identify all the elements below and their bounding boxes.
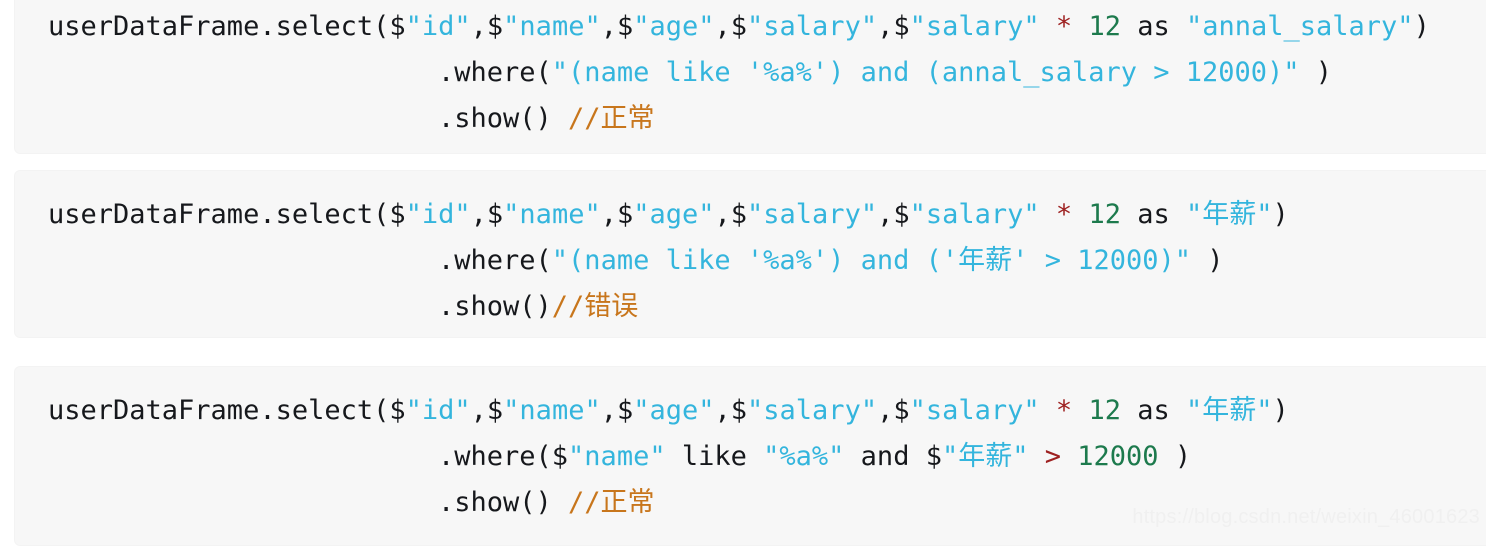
code-token-string: "salary" <box>909 395 1040 426</box>
code-token-string: "salary" <box>747 199 878 230</box>
code-token-string: "(name like '%a%') and ('年薪' > 12000)" <box>551 245 1191 276</box>
code-line: .where("(name like '%a%') and ('年薪' > 12… <box>14 238 1486 284</box>
code-token-string: "salary" <box>909 11 1040 42</box>
code-token-operator: * <box>1055 199 1073 230</box>
code-token-number: 12 <box>1088 395 1121 426</box>
code-token-plain: ,$ <box>470 199 504 230</box>
code-token-string: "(name like '%a%') and (annal_salary > 1… <box>551 57 1300 88</box>
code-token-plain: like <box>665 441 764 472</box>
code-line: userDataFrame.select($"id",$"name",$"age… <box>14 4 1486 50</box>
code-token-string: "annal_salary" <box>1185 11 1414 42</box>
code-token-comment: //错误 <box>551 291 639 322</box>
code-block: userDataFrame.select($"id",$"name",$"age… <box>14 0 1486 154</box>
code-token-plain: .where( <box>438 57 552 88</box>
code-line: .show() //正常 <box>14 96 1486 142</box>
code-line: .where("(name like '%a%') and (annal_sal… <box>14 50 1486 96</box>
code-token-string: "age" <box>633 199 715 230</box>
code-token-plain: userDataFrame.select($ <box>48 11 406 42</box>
code-token-plain: as <box>1120 11 1186 42</box>
code-token-string: "salary" <box>909 199 1040 230</box>
code-token-plain: .show() <box>438 487 569 518</box>
code-block: userDataFrame.select($"id",$"name",$"age… <box>14 170 1486 338</box>
code-token-plain: .show() <box>438 103 569 134</box>
code-token-string: "年薪" <box>1185 395 1273 426</box>
code-token-plain: and $ <box>844 441 942 472</box>
code-token-string: "name" <box>503 11 601 42</box>
watermark-text: https://blog.csdn.net/weixin_46001623 <box>1132 506 1480 528</box>
code-token-number: 12000 <box>1077 441 1159 472</box>
code-token-plain: ) <box>1158 441 1192 472</box>
code-token-plain: ,$ <box>470 11 504 42</box>
code-token-string: "age" <box>633 11 715 42</box>
code-token-number: 12 <box>1088 199 1121 230</box>
code-token-string: "%a%" <box>763 441 845 472</box>
code-line: .show()//错误 <box>14 284 1486 330</box>
code-token-operator: > <box>1044 441 1062 472</box>
code-token-plain: userDataFrame.select($ <box>48 395 406 426</box>
code-token-operator: * <box>1055 11 1073 42</box>
code-block-lines: userDataFrame.select($"id",$"name",$"age… <box>14 170 1486 330</box>
code-token-plain: ) <box>1272 395 1289 426</box>
code-token-plain: ) <box>1413 11 1430 42</box>
code-token-string: "id" <box>405 395 471 426</box>
code-token-plain: ,$ <box>714 199 748 230</box>
code-token-plain: as <box>1120 199 1186 230</box>
code-token-plain: ) <box>1191 245 1224 276</box>
code-token-string: "age" <box>633 395 715 426</box>
code-token-string: "id" <box>405 199 471 230</box>
code-block-lines: userDataFrame.select($"id",$"name",$"age… <box>14 366 1486 526</box>
code-snippets-page: userDataFrame.select($"id",$"name",$"age… <box>0 0 1486 546</box>
code-token-plain: ,$ <box>877 395 910 426</box>
code-token-string: "年薪" <box>1185 199 1273 230</box>
code-token-plain: .where($ <box>438 441 569 472</box>
code-token-plain: ,$ <box>714 395 748 426</box>
code-token-plain: ) <box>1299 57 1333 88</box>
code-token-string: "name" <box>568 441 666 472</box>
code-token-string: "salary" <box>747 11 878 42</box>
code-token-plain: userDataFrame.select($ <box>48 199 406 230</box>
code-token-string: "name" <box>503 395 601 426</box>
code-token-plain: ,$ <box>877 199 910 230</box>
code-token-plain: .show() <box>438 291 552 322</box>
code-token-comment: //正常 <box>568 487 655 518</box>
code-token-plain: ,$ <box>600 199 634 230</box>
code-token-string: "年薪" <box>941 441 1029 472</box>
code-token-comment: //正常 <box>568 103 655 134</box>
code-token-plain: ,$ <box>600 11 634 42</box>
code-token-plain: .where( <box>438 245 552 276</box>
code-token-string: "salary" <box>747 395 878 426</box>
code-token-number: 12 <box>1088 11 1121 42</box>
code-line: userDataFrame.select($"id",$"name",$"age… <box>14 192 1486 238</box>
code-token-plain: ,$ <box>714 11 748 42</box>
code-line: userDataFrame.select($"id",$"name",$"age… <box>14 388 1486 434</box>
code-token-plain: ,$ <box>877 11 910 42</box>
code-token-string: "id" <box>405 11 471 42</box>
code-token-plain: ,$ <box>470 395 504 426</box>
code-token-plain: ) <box>1272 199 1289 230</box>
code-token-string: "name" <box>503 199 601 230</box>
code-token-plain: ,$ <box>600 395 634 426</box>
code-token-plain: as <box>1120 395 1186 426</box>
code-line: .where($"name" like "%a%" and $"年薪" > 12… <box>14 434 1486 480</box>
code-token-operator: * <box>1055 395 1073 426</box>
code-block-lines: userDataFrame.select($"id",$"name",$"age… <box>14 0 1486 142</box>
